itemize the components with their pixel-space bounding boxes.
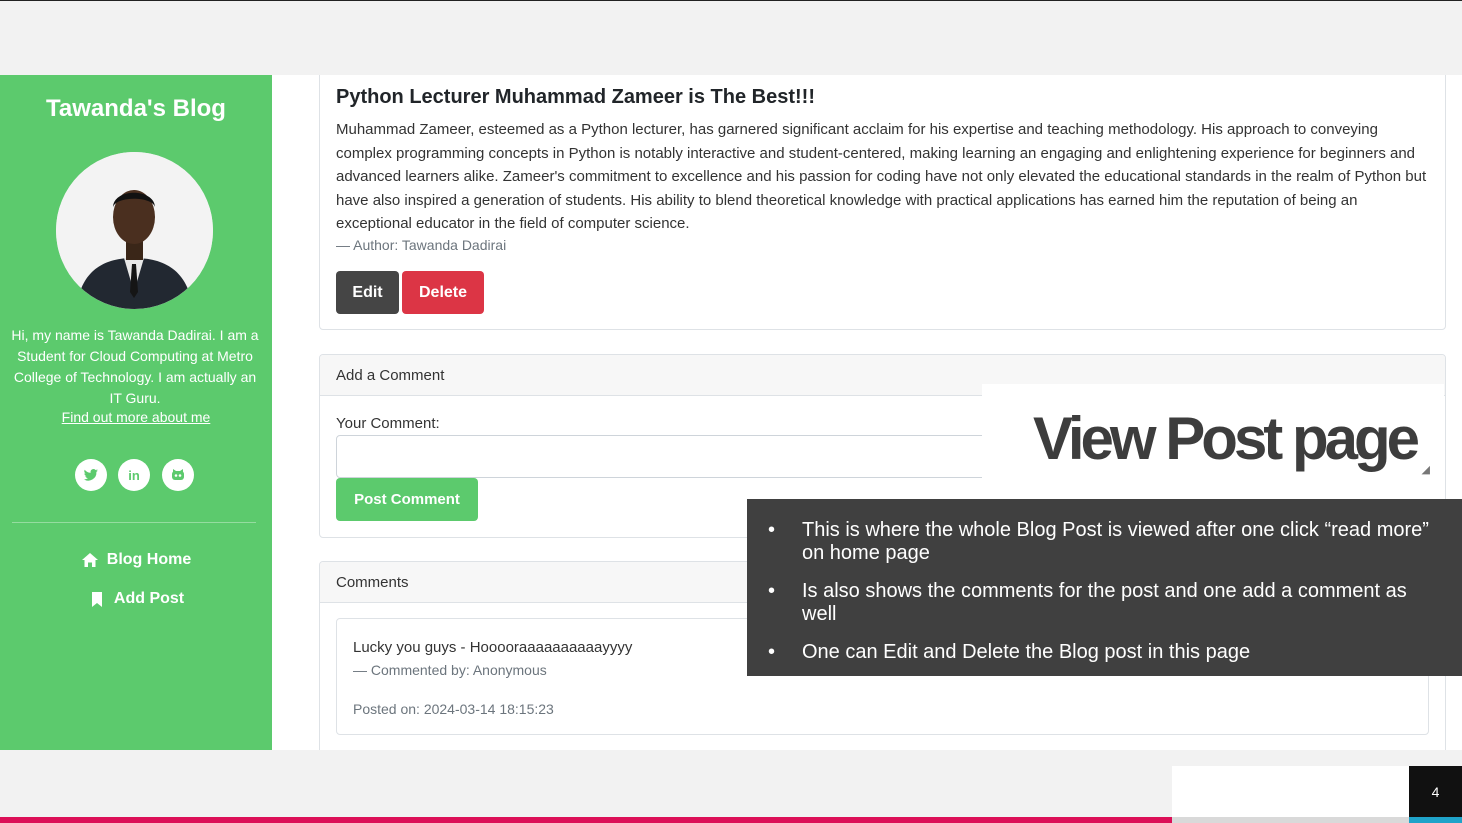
slide-title-box: View Post page ◢ bbox=[982, 384, 1444, 480]
profile-photo bbox=[56, 152, 213, 309]
blog-title: Tawanda's Blog bbox=[46, 95, 226, 122]
sidebar-item-label: Blog Home bbox=[106, 551, 192, 568]
bullet-icon: • bbox=[768, 580, 776, 602]
edit-button[interactable]: Edit bbox=[336, 271, 399, 314]
post-author: — Author: Tawanda Dadirai bbox=[336, 237, 507, 253]
top-border bbox=[0, 0, 1462, 1]
post-comment-button[interactable]: Post Comment bbox=[336, 478, 478, 521]
footer-bar-blue bbox=[1409, 817, 1462, 823]
footer-panel bbox=[1172, 766, 1409, 817]
footer-bar-accent bbox=[0, 817, 1172, 823]
bio-text: Hi, my name is Tawanda Dadirai. I am a S… bbox=[11, 327, 259, 406]
svg-text:in: in bbox=[128, 468, 140, 483]
linkedin-icon[interactable]: in bbox=[118, 459, 150, 491]
notes-box: • This is where the whole Blog Post is v… bbox=[747, 499, 1462, 676]
sidebar-item-label: Add Post bbox=[113, 590, 185, 607]
home-icon bbox=[81, 553, 98, 567]
sidebar-divider bbox=[12, 522, 256, 523]
avatar bbox=[56, 152, 213, 309]
comment-author: — Commented by: Anonymous bbox=[353, 662, 547, 678]
bookmark-icon bbox=[91, 592, 102, 607]
about-me-link[interactable]: Find out more about me bbox=[0, 409, 272, 425]
note-text: One can Edit and Delete the Blog post in… bbox=[802, 641, 1251, 663]
note-item: • This is where the whole Blog Post is v… bbox=[768, 519, 1442, 565]
comment-text: Lucky you guys - Hooooraaaaaaaaaayyyy bbox=[353, 639, 633, 656]
post-title: Python Lecturer Muhammad Zameer is The B… bbox=[336, 86, 815, 108]
post-body: Muhammad Zameer, esteemed as a Python le… bbox=[336, 121, 1427, 233]
bullet-icon: • bbox=[768, 641, 776, 663]
comment-label: Your Comment: bbox=[336, 415, 440, 432]
note-text: This is where the whole Blog Post is vie… bbox=[802, 519, 1429, 564]
page-number: 4 bbox=[1409, 766, 1462, 817]
sidebar-item-add-post[interactable]: Add Post bbox=[0, 590, 272, 608]
bullet-icon: • bbox=[768, 519, 776, 541]
note-text: Is also shows the comments for the post … bbox=[802, 580, 1407, 625]
note-item: • Is also shows the comments for the pos… bbox=[768, 580, 1442, 626]
sidebar: Tawanda's Blog Hi, my name is Tawanda Da… bbox=[0, 75, 272, 750]
post-card: Python Lecturer Muhammad Zameer is The B… bbox=[319, 75, 1446, 330]
sidebar-item-blog-home[interactable]: Blog Home bbox=[0, 551, 272, 569]
slide-title: View Post page bbox=[1032, 405, 1420, 472]
footer-bar-gray bbox=[1172, 817, 1409, 823]
resize-grip-icon: ◢ bbox=[1421, 464, 1430, 476]
comment-date: Posted on: 2024-03-14 18:15:23 bbox=[353, 701, 554, 717]
twitter-icon[interactable] bbox=[75, 459, 107, 491]
github-icon[interactable] bbox=[162, 459, 194, 491]
delete-button[interactable]: Delete bbox=[402, 271, 484, 314]
note-item: • One can Edit and Delete the Blog post … bbox=[768, 641, 1442, 664]
